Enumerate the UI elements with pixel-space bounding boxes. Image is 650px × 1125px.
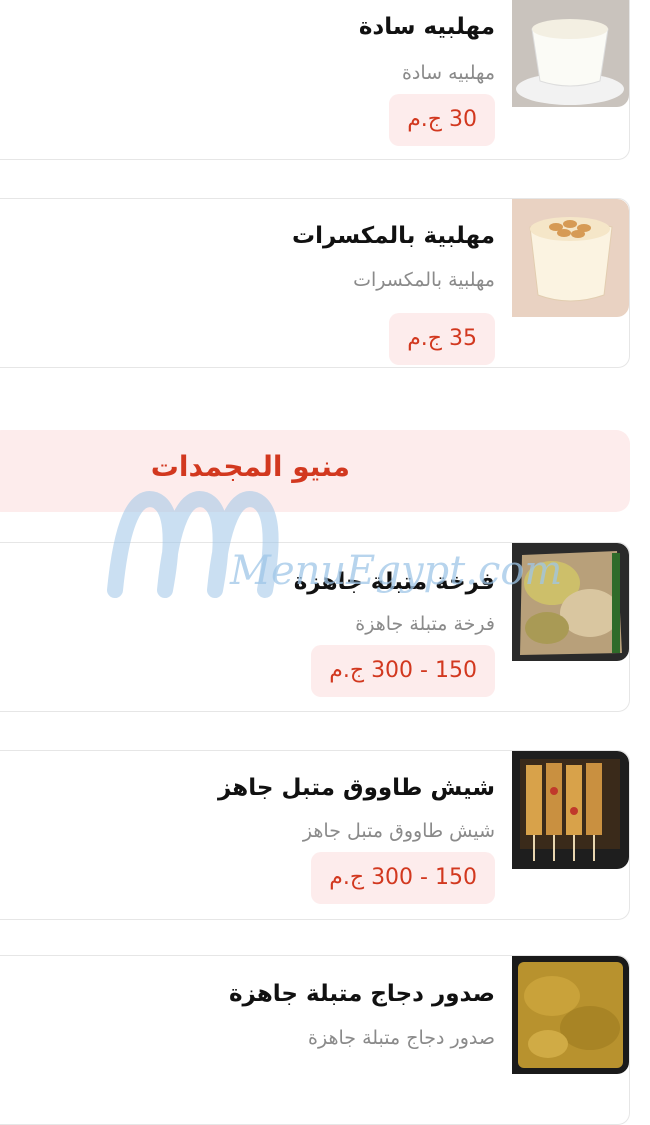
section-title: منيو المجمدات (150, 450, 350, 483)
shish-tawook-image (512, 751, 629, 869)
item-name: صدور دجاج متبلة جاهزة (228, 981, 495, 1007)
section-header: منيو المجمدات (0, 430, 630, 512)
item-name: مهلبية بالمكسرات (292, 223, 495, 249)
watermark-text: MenuEgypt.com (230, 548, 563, 594)
muhallabia-nuts-image (512, 199, 629, 317)
item-price: 150 - 300 ج.م (311, 645, 495, 697)
item-price: 35 ج.م (389, 313, 495, 365)
item-name: مهلبيه سادة (358, 14, 495, 40)
item-price: 150 - 300 ج.م (311, 852, 495, 904)
item-description: مهلبيه سادة (401, 62, 495, 84)
item-price: 30 ج.م (389, 94, 495, 146)
chicken-breasts-image (512, 956, 629, 1074)
item-description: مهلبية بالمكسرات (353, 269, 495, 291)
item-description: فرخة متبلة جاهزة (355, 613, 495, 635)
menu-item-card[interactable]: مهلبيه سادة مهلبيه سادة 30 ج.م (0, 0, 630, 160)
menu-item-card[interactable]: شيش طاووق متبل جاهز شيش طاووق متبل جاهز … (0, 750, 630, 920)
item-description: صدور دجاج متبلة جاهزة (308, 1027, 495, 1049)
menu-item-card[interactable]: مهلبية بالمكسرات مهلبية بالمكسرات 35 ج.م (0, 198, 630, 368)
menu-item-card[interactable]: صدور دجاج متبلة جاهزة صدور دجاج متبلة جا… (0, 955, 630, 1125)
item-name: شيش طاووق متبل جاهز (217, 775, 495, 801)
item-description: شيش طاووق متبل جاهز (302, 820, 495, 842)
muhallabia-plain-image (512, 0, 629, 107)
